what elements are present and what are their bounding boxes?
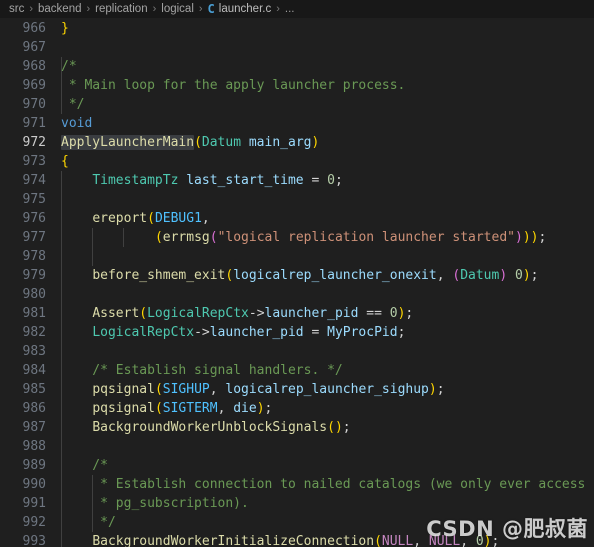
line-number: 979 xyxy=(22,268,46,283)
code-line[interactable]: 988 xyxy=(0,437,594,456)
line-number: 991 xyxy=(22,496,46,511)
code-line[interactable]: 979 before_shmem_exit(logicalrep_launche… xyxy=(0,266,594,285)
code-text: pqsignal(SIGTERM, die); xyxy=(92,401,273,416)
line-number: 982 xyxy=(22,325,46,340)
code-line[interactable]: 991 * pg_subscription). xyxy=(0,494,594,513)
line-number: 968 xyxy=(22,59,46,74)
line-number: 971 xyxy=(22,116,46,131)
indent-guide xyxy=(60,247,62,266)
indent-guide xyxy=(60,342,62,361)
chevron-right-icon: › xyxy=(29,3,34,15)
code-line[interactable]: 987 BackgroundWorkerUnblockSignals(); xyxy=(0,418,594,437)
code-text: { xyxy=(61,154,69,169)
line-number: 970 xyxy=(22,97,46,112)
breadcrumb-overflow-ellipsis[interactable]: ... xyxy=(285,0,295,18)
line-number: 989 xyxy=(22,458,46,473)
breadcrumb-item-backend[interactable]: backend xyxy=(38,0,81,18)
line-number: 967 xyxy=(22,40,46,55)
code-text: Assert(LogicalRepCtx->launcher_pid == 0)… xyxy=(92,306,414,321)
code-line[interactable]: 967 xyxy=(0,38,594,57)
line-number: 986 xyxy=(22,401,46,416)
line-number: 975 xyxy=(22,192,46,207)
line-number: 987 xyxy=(22,420,46,435)
line-number: 972 xyxy=(22,135,46,150)
code-text: /* xyxy=(61,458,108,473)
code-line[interactable]: 993 BackgroundWorkerInitializeConnection… xyxy=(0,532,594,547)
code-editor[interactable]: 966} 967 968 /* 969 * Main loop for the appl… xyxy=(0,19,594,547)
chevron-right-icon: › xyxy=(276,3,280,15)
indent-guide xyxy=(91,247,93,266)
breadcrumb-item-replication[interactable]: replication xyxy=(95,0,147,18)
code-line[interactable]: 971 void xyxy=(0,114,594,133)
code-text: ereport(DEBUG1, xyxy=(92,211,210,226)
code-line[interactable]: 986 pqsignal(SIGTERM, die); xyxy=(0,399,594,418)
code-line[interactable]: 982 LogicalRepCtx->launcher_pid = MyProc… xyxy=(0,323,594,342)
code-line[interactable]: 983 xyxy=(0,342,594,361)
code-text: (errmsg("logical replication launcher st… xyxy=(154,230,547,245)
chevron-right-icon: › xyxy=(86,3,91,15)
breadcrumb-item-logical[interactable]: logical xyxy=(161,0,194,18)
line-number: 980 xyxy=(22,287,46,302)
code-line[interactable]: 974 TimestampTz last_start_time = 0; xyxy=(0,171,594,190)
breadcrumb[interactable]: src › backend › replication › logical › … xyxy=(0,0,594,19)
code-text: * Establish connection to nailed catalog… xyxy=(61,477,586,492)
line-number: 974 xyxy=(22,173,46,188)
line-number: 990 xyxy=(22,477,46,492)
code-text: before_shmem_exit(logicalrep_launcher_on… xyxy=(92,268,539,283)
line-number: 977 xyxy=(22,230,46,245)
line-number: 988 xyxy=(22,439,46,454)
code-line[interactable]: 992 */ xyxy=(0,513,594,532)
line-number: 985 xyxy=(22,382,46,397)
breadcrumb-item-src[interactable]: src xyxy=(9,0,24,18)
code-line[interactable]: 980 xyxy=(0,285,594,304)
indent-guide xyxy=(60,437,62,456)
code-line[interactable]: 984 /* Establish signal handlers. */ xyxy=(0,361,594,380)
line-number: 993 xyxy=(22,534,46,547)
code-line[interactable]: 972 ApplyLauncherMain(Datum main_arg) xyxy=(0,133,594,152)
c-file-icon: C xyxy=(207,2,215,16)
code-line[interactable]: 976 ereport(DEBUG1, xyxy=(0,209,594,228)
code-text: */ xyxy=(61,515,116,530)
code-text: /* Establish signal handlers. */ xyxy=(61,363,343,378)
code-text: * pg_subscription). xyxy=(61,496,249,511)
code-line[interactable]: 968 /* xyxy=(0,57,594,76)
chevron-right-icon: › xyxy=(152,3,157,15)
chevron-right-icon: › xyxy=(198,3,203,15)
code-line[interactable]: 975 xyxy=(0,190,594,209)
code-text: BackgroundWorkerUnblockSignals(); xyxy=(92,420,351,435)
indent-guide xyxy=(60,190,62,209)
line-number: 966 xyxy=(22,21,46,36)
code-text: void xyxy=(61,116,93,131)
code-line[interactable]: 973 { xyxy=(0,152,594,171)
indent-guide xyxy=(60,285,62,304)
code-line[interactable]: 966} xyxy=(0,19,594,38)
line-number: 976 xyxy=(22,211,46,226)
code-line[interactable]: 985 pqsignal(SIGHUP, logicalrep_launcher… xyxy=(0,380,594,399)
line-number: 973 xyxy=(22,154,46,169)
code-text: ApplyLauncherMain(Datum main_arg) xyxy=(61,135,320,150)
code-line[interactable]: 981 Assert(LogicalRepCtx->launcher_pid =… xyxy=(0,304,594,323)
code-text: TimestampTz last_start_time = 0; xyxy=(92,173,343,188)
code-line[interactable]: 969 * Main loop for the apply launcher p… xyxy=(0,76,594,95)
code-text: /* xyxy=(61,59,77,74)
line-number: 978 xyxy=(22,249,46,264)
code-text: * Main loop for the apply launcher proce… xyxy=(61,78,406,93)
code-line[interactable]: 977 (errmsg("logical replication launche… xyxy=(0,228,594,247)
code-text: */ xyxy=(61,97,85,112)
code-text: BackgroundWorkerInitializeConnection(NUL… xyxy=(92,534,500,547)
code-line[interactable]: 978 xyxy=(0,247,594,266)
code-line[interactable]: 970 */ xyxy=(0,95,594,114)
code-text: } xyxy=(61,21,69,36)
line-number: 992 xyxy=(22,515,46,530)
code-text: LogicalRepCtx->launcher_pid = MyProcPid; xyxy=(92,325,406,340)
breadcrumb-item-file[interactable]: launcher.c xyxy=(219,0,271,18)
code-line[interactable]: 990 * Establish connection to nailed cat… xyxy=(0,475,594,494)
code-line[interactable]: 989 /* xyxy=(0,456,594,475)
code-text: pqsignal(SIGHUP, logicalrep_launcher_sig… xyxy=(92,382,445,397)
line-number: 984 xyxy=(22,363,46,378)
line-number: 981 xyxy=(22,306,46,321)
vscode-editor-window: src › backend › replication › logical › … xyxy=(0,0,594,547)
line-number: 983 xyxy=(22,344,46,359)
line-number: 969 xyxy=(22,78,46,93)
